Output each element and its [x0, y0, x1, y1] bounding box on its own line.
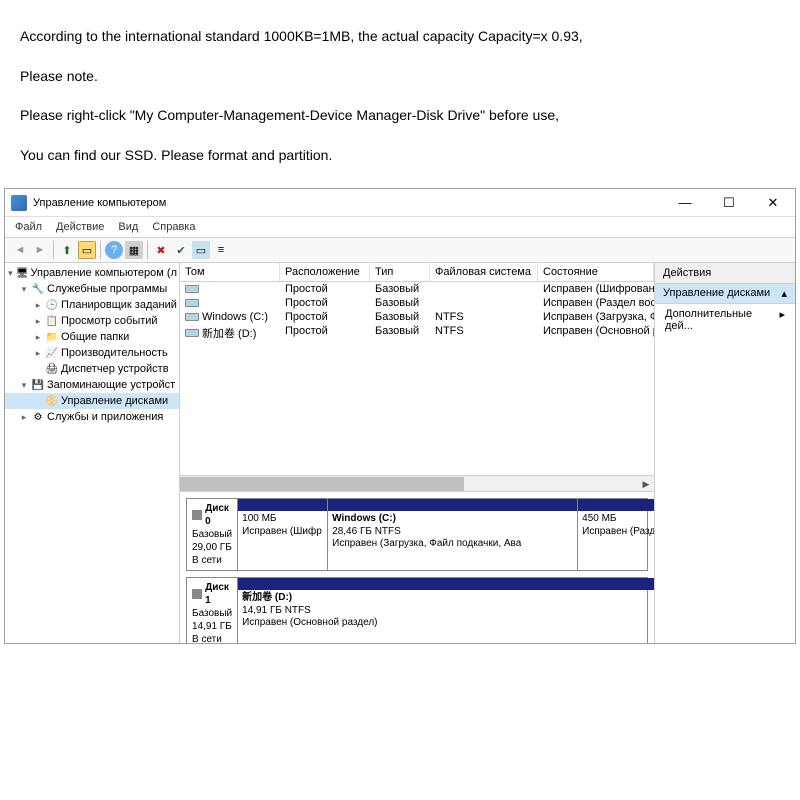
disk-icon: 📀	[45, 394, 59, 408]
services-icon: ⚙	[31, 410, 45, 424]
scrollbar-thumb[interactable]	[180, 477, 464, 491]
intro-line-3: Please right-click "My Computer-Manageme…	[20, 99, 780, 133]
back-button[interactable]: ◄	[11, 241, 29, 259]
disk-info[interactable]: Диск 0Базовый29,00 ГБВ сети	[187, 499, 238, 570]
device-icon: 🖨	[45, 362, 59, 376]
menu-file[interactable]: Файл	[15, 221, 42, 233]
action1-button[interactable]: ✖	[152, 241, 170, 259]
tree-storage[interactable]: ▾💾Запоминающие устройст	[5, 377, 179, 393]
tree-shared-folders[interactable]: ▸📁Общие папки	[5, 329, 179, 345]
col-type[interactable]: Тип	[370, 263, 430, 281]
maximize-button[interactable]: ☐	[707, 189, 751, 217]
folder-icon: 📁	[45, 330, 59, 344]
collapse-icon: ▴	[781, 287, 787, 300]
chevron-right-icon: ▸	[779, 308, 785, 332]
window-title: Управление компьютером	[33, 197, 663, 209]
help-button[interactable]: ?	[105, 241, 123, 259]
scheduler-icon: 🕒	[45, 298, 59, 312]
volume-list-header: Том Расположение Тип Файловая система Со…	[180, 263, 654, 282]
partition[interactable]: 100 МБИсправен (Шифр	[238, 499, 328, 570]
partition[interactable]: 新加卷 (D:)14,91 ГБ NTFSИсправен (Основной …	[238, 578, 654, 643]
up-button[interactable]: ⬆	[58, 241, 76, 259]
menu-view[interactable]: Вид	[118, 221, 138, 233]
scroll-right-icon[interactable]: ▶	[638, 476, 654, 491]
volume-row[interactable]: ПростойБазовыйИсправен (Шифрованный (EFI…	[180, 282, 654, 296]
app-icon	[11, 195, 27, 211]
disk-row: Диск 0Базовый29,00 ГБВ сети100 МБИсправе…	[186, 498, 648, 571]
intro-text: According to the international standard …	[0, 0, 800, 188]
refresh-button[interactable]: ▦	[125, 241, 143, 259]
volume-list: Том Расположение Тип Файловая система Со…	[180, 263, 654, 491]
titlebar[interactable]: Управление компьютером — ☐ ✕	[5, 189, 795, 217]
tree-disk-management[interactable]: 📀Управление дисками	[5, 393, 179, 409]
toolbar: ◄ ► ⬆ ▭ ? ▦ ✖ ✔ ▭ ≡	[5, 238, 795, 263]
col-filesystem[interactable]: Файловая система	[430, 263, 538, 281]
intro-line-1: According to the international standard …	[20, 20, 780, 54]
tree-root[interactable]: ▾🖥Управление компьютером (л	[5, 265, 179, 281]
perf-icon: 📈	[45, 346, 59, 360]
close-button[interactable]: ✕	[751, 189, 795, 217]
tree-services[interactable]: ▸⚙Службы и приложения	[5, 409, 179, 425]
forward-button[interactable]: ►	[31, 241, 49, 259]
disk-row: Диск 1Базовый14,91 ГБВ сети新加卷 (D:)14,91…	[186, 577, 648, 643]
tools-icon: 🔧	[31, 282, 45, 296]
intro-line-4: You can find our SSD. Please format and …	[20, 139, 780, 173]
volume-row[interactable]: ПростойБазовыйИсправен (Раздел восстанов…	[180, 296, 654, 310]
actions-selected[interactable]: Управление дисками▴	[655, 284, 795, 304]
volume-row[interactable]: Windows (C:)ПростойБазовыйNTFSИсправен (…	[180, 310, 654, 324]
col-layout[interactable]: Расположение	[280, 263, 370, 281]
tree-scheduler[interactable]: ▸🕒Планировщик заданий	[5, 297, 179, 313]
event-icon: 📋	[45, 314, 59, 328]
drive-icon	[185, 285, 199, 293]
props-button[interactable]: ▭	[78, 241, 96, 259]
minimize-button[interactable]: —	[663, 189, 707, 217]
tree-performance[interactable]: ▸📈Производительность	[5, 345, 179, 361]
menu-help[interactable]: Справка	[152, 221, 195, 233]
list-button[interactable]: ≡	[212, 241, 230, 259]
horizontal-scrollbar[interactable]: ▶	[180, 475, 654, 491]
computer-icon: 🖥	[16, 266, 29, 280]
partition[interactable]: 450 МБИсправен (Раздел восс	[578, 499, 654, 570]
menu-action[interactable]: Действие	[56, 221, 104, 233]
tree-system-tools[interactable]: ▾🔧Служебные программы	[5, 281, 179, 297]
actions-header: Действия	[655, 263, 795, 284]
drive-icon	[185, 299, 199, 307]
disk-icon	[192, 510, 202, 520]
tree-device-manager[interactable]: 🖨Диспетчер устройств	[5, 361, 179, 377]
disk-graphic-pane: Диск 0Базовый29,00 ГБВ сети100 МБИсправе…	[180, 491, 654, 643]
menubar: Файл Действие Вид Справка	[5, 217, 795, 238]
computer-management-window: Управление компьютером — ☐ ✕ Файл Действ…	[4, 188, 796, 644]
drive-icon	[185, 313, 199, 321]
col-volume[interactable]: Том	[180, 263, 280, 281]
tree-event-viewer[interactable]: ▸📋Просмотр событий	[5, 313, 179, 329]
center-pane: Том Расположение Тип Файловая система Со…	[180, 263, 655, 643]
tree-pane: ▾🖥Управление компьютером (л ▾🔧Служебные …	[5, 263, 180, 643]
disk-icon	[192, 589, 202, 599]
volume-row[interactable]: 新加卷 (D:)ПростойБазовыйNTFSИсправен (Осно…	[180, 324, 654, 342]
actions-more[interactable]: Дополнительные дей...▸	[655, 304, 795, 336]
actions-pane: Действия Управление дисками▴ Дополнитель…	[655, 263, 795, 643]
intro-line-2: Please note.	[20, 60, 780, 94]
partition[interactable]: Windows (C:)28,46 ГБ NTFSИсправен (Загру…	[328, 499, 578, 570]
settings-button[interactable]: ▭	[192, 241, 210, 259]
storage-icon: 💾	[31, 378, 45, 392]
action2-button[interactable]: ✔	[172, 241, 190, 259]
drive-icon	[185, 329, 199, 337]
disk-info[interactable]: Диск 1Базовый14,91 ГБВ сети	[187, 578, 238, 643]
col-status[interactable]: Состояние	[538, 263, 654, 281]
